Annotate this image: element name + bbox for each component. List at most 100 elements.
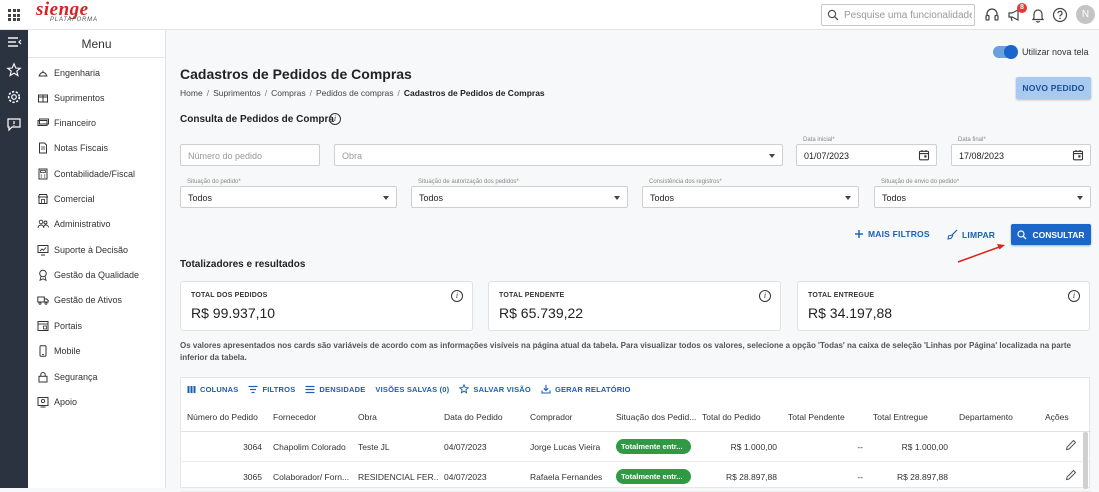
sidebar-item-financeiro[interactable]: Financeiro (28, 113, 166, 133)
feature-search[interactable] (821, 4, 975, 26)
calendar-icon[interactable] (1072, 149, 1084, 161)
order-status-select[interactable]: Situação do pedido* Todos (180, 179, 397, 208)
total-delivered-value: R$ 34.197,88 (808, 305, 893, 321)
mobile-icon (39, 345, 47, 357)
total-orders-label: TOTAL DOS PEDIDOS (191, 292, 268, 299)
bell-icon[interactable] (1029, 6, 1047, 24)
col-pendente[interactable]: Total Pendente (788, 412, 845, 422)
consistency-select[interactable]: Consistência dos registros* Todos (642, 179, 859, 208)
shop-icon (37, 194, 49, 204)
edit-pencil-icon[interactable] (1065, 439, 1077, 453)
breadcrumb-suprimentos[interactable]: Suprimentos (213, 88, 261, 98)
chat-icon[interactable] (6, 116, 22, 132)
cell-pendente: -- (857, 472, 863, 482)
consult-button[interactable]: CONSULTAR (1011, 224, 1091, 245)
col-departamento[interactable]: Departamento (959, 412, 1013, 422)
chevron-down-icon (383, 196, 389, 200)
breadcrumb-pedidos[interactable]: Pedidos de compras (316, 88, 394, 98)
user-avatar[interactable]: N (1076, 5, 1095, 24)
col-comprador[interactable]: Comprador (530, 412, 573, 422)
sidebar-item-engenharia[interactable]: Engenharia (28, 63, 166, 83)
sidebar-item-gestao-ativos[interactable]: Gestão de Ativos (28, 290, 166, 310)
help-icon[interactable] (1051, 6, 1069, 24)
sidebar-item-contabilidade[interactable]: Contabilidade/Fiscal (28, 164, 166, 184)
sidebar-item-notas-fiscais[interactable]: Notas Fiscais (28, 138, 166, 158)
search-input[interactable] (844, 7, 972, 23)
more-filters-button[interactable]: MAIS FILTROS (854, 229, 930, 239)
send-status-select[interactable]: Situação de envio do pedido* Todos (874, 179, 1091, 208)
generate-report-button[interactable]: GERAR RELATÓRIO (541, 384, 631, 394)
end-date-value: 17/08/2023 (959, 151, 1005, 161)
sidebar-item-label: Gestão da Qualidade (54, 270, 140, 280)
col-entregue[interactable]: Total Entregue (873, 412, 928, 422)
sidebar-item-suprimentos[interactable]: Suprimentos (28, 88, 166, 108)
sienge-logo[interactable]: sienge PLATAFORMA (36, 0, 98, 23)
save-view-button[interactable]: SALVAR VISÃO (459, 384, 531, 394)
obra-select[interactable]: Obra (334, 144, 783, 166)
col-numero[interactable]: Número do Pedido (187, 412, 258, 422)
hardhat-icon (38, 70, 48, 77)
totals-note: Os valores apresentados nos cards são va… (180, 341, 1071, 362)
cell-entregue: R$ 1.000,00 (901, 442, 948, 452)
settings-gear-icon[interactable] (6, 89, 22, 105)
breadcrumb-home[interactable]: Home (180, 88, 203, 98)
portal-icon (37, 321, 49, 331)
total-pending-label: TOTAL PENDENTE (499, 292, 565, 299)
cell-pendente: -- (857, 442, 863, 452)
table-row[interactable]: 3064 Chapolim Colorado Teste JL 04/07/20… (181, 432, 1091, 462)
col-situacao[interactable]: Situação dos Pedid... (616, 412, 696, 422)
sidebar-item-seguranca[interactable]: Segurança (28, 367, 166, 387)
edit-pencil-icon[interactable] (1065, 469, 1077, 483)
download-icon (541, 384, 551, 394)
headset-icon[interactable] (983, 6, 1001, 24)
cell-obra: RESIDENCIAL FER... (358, 472, 438, 482)
chevron-down-icon (769, 154, 775, 158)
info-icon[interactable]: i (759, 290, 771, 302)
sidebar-item-suporte-decisao[interactable]: Suporte à Decisão (28, 240, 166, 260)
calendar-icon[interactable] (918, 149, 930, 161)
filter-icon (248, 385, 258, 393)
new-screen-toggle[interactable] (993, 45, 1018, 59)
star-icon[interactable] (6, 62, 22, 78)
order-number-field[interactable]: Número do pedido (180, 144, 320, 166)
cell-numero: 3064 (243, 442, 262, 452)
apps-grid-icon[interactable] (8, 9, 20, 21)
save-view-label: SALVAR VISÃO (473, 384, 531, 394)
sidebar-item-label: Mobile (54, 346, 81, 356)
table-scrollbar[interactable] (1083, 432, 1088, 489)
col-obra[interactable]: Obra (358, 412, 377, 422)
info-icon[interactable]: i (329, 113, 341, 125)
saved-views-button[interactable]: VISÕES SALVAS (0) (375, 384, 449, 394)
users-icon (37, 219, 49, 229)
sidebar-item-mobile[interactable]: Mobile (28, 341, 166, 361)
total-delivered-label: TOTAL ENTREGUE (808, 292, 875, 299)
order-number-placeholder: Número do pedido (188, 151, 263, 161)
filters-button[interactable]: FILTROS (248, 384, 295, 394)
info-icon[interactable]: i (1068, 290, 1080, 302)
col-fornecedor[interactable]: Fornecedor (273, 412, 316, 422)
info-icon[interactable]: i (451, 290, 463, 302)
end-date-field[interactable]: Data final* 17/08/2023 (951, 137, 1091, 166)
sidebar-item-portais[interactable]: Portais (28, 316, 166, 336)
columns-button[interactable]: COLUNAS (187, 384, 238, 394)
menu-collapse-icon[interactable] (6, 34, 22, 50)
sidebar-item-gestao-qualidade[interactable]: Gestão da Qualidade (28, 265, 166, 285)
chart-icon (37, 245, 49, 256)
cell-fornecedor: Colaborador/ Forn... (273, 472, 350, 482)
breadcrumb-compras[interactable]: Compras (271, 88, 305, 98)
density-button[interactable]: DENSIDADE (305, 384, 365, 394)
col-data[interactable]: Data do Pedido (444, 412, 503, 422)
sidebar-item-apoio[interactable]: Apoio (28, 392, 166, 412)
new-order-button[interactable]: NOVO PEDIDO (1016, 77, 1091, 99)
cell-data: 04/07/2023 (444, 442, 487, 452)
col-total[interactable]: Total do Pedido (702, 412, 761, 422)
status-badge: Totalmente entr... (616, 469, 691, 484)
start-date-field[interactable]: Data inicial* 01/07/2023 (796, 137, 937, 166)
authorization-status-select[interactable]: Situação de autorização dos pedidos* Tod… (411, 179, 628, 208)
search-icon (827, 9, 839, 21)
total-pending-value: R$ 65.739,22 (499, 305, 584, 321)
sidebar-item-comercial[interactable]: Comercial (28, 189, 166, 209)
money-icon (37, 118, 49, 126)
cell-total: R$ 1.000,00 (730, 442, 777, 452)
sidebar-item-administrativo[interactable]: Administrativo (28, 214, 166, 234)
